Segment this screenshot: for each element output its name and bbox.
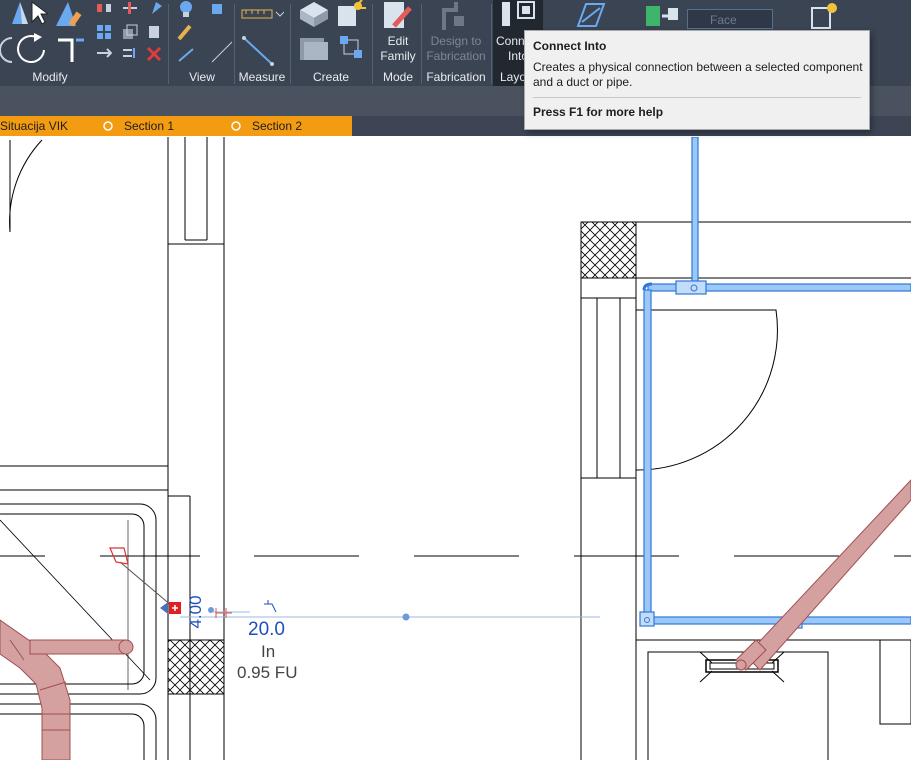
tab-situacija-vik[interactable]: Situacija VIK: [0, 116, 96, 136]
align-icon[interactable]: [8, 0, 30, 26]
pipe-vertical-top[interactable]: [691, 137, 699, 288]
pick-face-icon[interactable]: [644, 2, 680, 30]
view-panel-label[interactable]: View: [176, 69, 228, 85]
fixture-units-tag: 0.95 FU: [237, 663, 298, 682]
tab-label: Section 2: [252, 119, 303, 133]
create-group-icon[interactable]: [334, 0, 366, 30]
move-icon[interactable]: [96, 46, 112, 60]
tab-label: Section 1: [124, 119, 175, 133]
offset-icon[interactable]: [0, 34, 14, 64]
create-similar-icon[interactable]: [296, 0, 332, 28]
panel-separator: [168, 4, 169, 84]
face-input-placeholder: Face: [710, 13, 737, 27]
tooltip-title: Connect Into: [533, 39, 607, 53]
edit-family-button[interactable]: Edit Family: [376, 34, 420, 64]
tooltip-description: Creates a physical connection between a …: [533, 60, 863, 89]
panel-separator: [290, 4, 291, 84]
create-parts-icon[interactable]: [296, 34, 332, 64]
drawing-canvas[interactable]: [0, 137, 911, 760]
design-to-fabrication-button[interactable]: Design to Fabrication: [424, 34, 488, 64]
panel-separator: [372, 4, 373, 84]
delete-icon[interactable]: [146, 46, 162, 62]
cut-profile-icon[interactable]: [210, 40, 234, 64]
measure-panel-label[interactable]: Measure: [236, 69, 288, 85]
tab-section-2[interactable]: Section 2: [224, 116, 352, 136]
design-to-fabrication-label-line1: Design to: [430, 34, 482, 48]
tooltip-divider: [533, 97, 861, 98]
edit-family-label-line1: Edit: [387, 34, 409, 48]
face-input[interactable]: Face: [687, 9, 773, 29]
design-to-fabrication-label-line2: Fabrication: [426, 49, 486, 63]
fabrication-panel-label[interactable]: Fabrication: [422, 69, 490, 85]
copy-icon[interactable]: [122, 46, 138, 60]
array-icon[interactable]: [96, 24, 112, 40]
lightbulb-icon[interactable]: [176, 0, 196, 18]
edit-family-label-line2: Family: [380, 49, 416, 63]
scale-icon[interactable]: [122, 24, 138, 40]
split-icon[interactable]: [122, 2, 138, 14]
pipe-unit-tag: In: [261, 642, 276, 661]
pipe-size-tag[interactable]: 20.0: [248, 619, 285, 641]
tooltip-help: Press F1 for more help: [533, 105, 664, 119]
panel-separator: [491, 4, 492, 84]
sketch-plane-icon[interactable]: [572, 0, 608, 30]
create-panel-label[interactable]: Create: [292, 69, 370, 85]
mode-panel-label[interactable]: Mode: [376, 69, 420, 85]
create-assembly-icon[interactable]: [336, 32, 368, 64]
family-load-icon[interactable]: [806, 0, 842, 32]
edit-family-icon[interactable]: [380, 0, 416, 32]
trim-extend-icon[interactable]: [54, 32, 86, 66]
panel-separator: [234, 4, 235, 84]
connect-into-tooltip: Connect Into Creates a physical connecti…: [524, 30, 870, 130]
select-arrow-icon[interactable]: [30, 0, 48, 26]
mirror-icon[interactable]: [96, 2, 112, 14]
measure-icon[interactable]: [240, 2, 284, 24]
rotated-dimension-tag[interactable]: 4.00: [184, 592, 208, 632]
modify-panel-label[interactable]: Modify: [0, 69, 100, 85]
trim-icon[interactable]: [54, 0, 86, 28]
tab-section-1[interactable]: Section 1: [96, 116, 224, 136]
connect-into-icon[interactable]: [498, 0, 538, 30]
design-to-fabrication-icon[interactable]: [436, 0, 472, 32]
override-graphics-icon[interactable]: [176, 46, 196, 64]
dimension-icon[interactable]: [240, 34, 284, 68]
hide-element-icon[interactable]: [202, 2, 232, 18]
pin-icon[interactable]: [146, 0, 166, 16]
rotate-icon[interactable]: [14, 32, 50, 66]
unpin-icon[interactable]: [146, 24, 162, 40]
paintbrush-icon[interactable]: [176, 22, 196, 42]
tab-label: Situacija VIK: [0, 119, 69, 133]
